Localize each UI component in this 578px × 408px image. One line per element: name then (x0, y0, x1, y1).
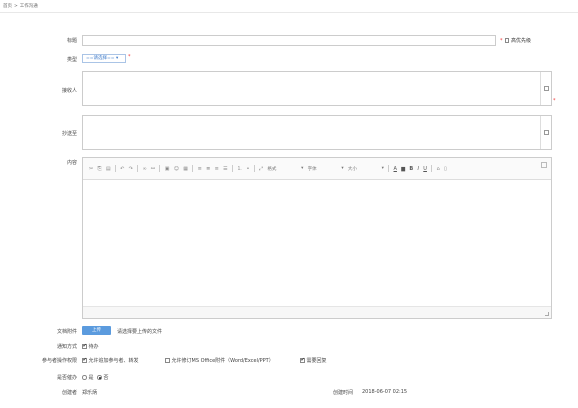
cc-box[interactable] (82, 115, 552, 150)
table-icon[interactable]: ▦ (183, 166, 188, 172)
tracking-yes-option[interactable]: 是 (82, 374, 94, 381)
perm-revise-label: 允许修订MS Office附件（Word/Excel/PPT） (171, 358, 274, 364)
notify-label: 通知方式 (56, 344, 77, 350)
type-label: 类型 (66, 57, 77, 63)
copy-icon[interactable]: ⎘ (98, 166, 102, 172)
notify-option-label: 待办 (88, 344, 99, 350)
unordered-list-icon[interactable]: • (246, 166, 249, 172)
toolbar-separator (114, 165, 116, 172)
perm-forward-label: 允许追加参与者、转发 (88, 358, 139, 364)
recipient-box[interactable] (82, 71, 552, 106)
breadcrumb: 首页 > 工作沟通 (3, 3, 40, 9)
creator-value: 郑乐炳 (82, 390, 98, 396)
urgent-checkbox[interactable] (504, 38, 509, 43)
creator-label: 创建者 (61, 390, 77, 396)
editor-toolbar: ✂ ⎘ ▤ ↶ ↷ ∞ ⚯ ▣ ☺ ▦ ≡ ≣ ≡ ☰ ⒈ • ⤢ 格式 ▾ 字体… (83, 158, 551, 180)
perm-reply-label: 需要回复 (306, 358, 327, 364)
paste-icon[interactable]: ▤ (106, 166, 111, 172)
perm-option-forward[interactable]: 允许追加参与者、转发 (82, 357, 139, 364)
image-icon[interactable]: ▣ (165, 166, 170, 172)
background-color-icon[interactable]: ▆ (401, 166, 405, 172)
size-select-label: 大小 (347, 166, 357, 172)
font-select-label: 字体 (307, 166, 317, 172)
content-label: 内容 (66, 160, 77, 166)
recipient-label: 接收人 (61, 88, 77, 94)
chevron-down-icon: ▾ (341, 165, 344, 171)
tracking-no-option[interactable]: 否 (97, 374, 109, 381)
required-marker: * (553, 98, 556, 104)
font-color-icon[interactable]: A (394, 166, 397, 172)
created-time-value: 2018-06-07 02:15 (362, 389, 408, 395)
chevron-down-icon: ▾ (301, 165, 304, 171)
tracking-no-radio[interactable] (97, 375, 102, 380)
toolbar-separator (253, 165, 255, 172)
toolbar-separator (159, 165, 161, 172)
header-divider (0, 12, 578, 13)
upload-button[interactable]: 上传 (82, 326, 111, 335)
align-justify-icon[interactable]: ☰ (223, 166, 227, 172)
title-input[interactable] (82, 35, 496, 46)
address-book-icon (543, 86, 549, 91)
redo-icon[interactable]: ↷ (129, 166, 133, 172)
align-center-icon[interactable]: ≣ (206, 166, 210, 172)
editor-statusbar (83, 306, 551, 318)
fullscreen-icon[interactable]: ⤢ (259, 166, 263, 172)
resize-handle-icon[interactable] (545, 312, 549, 316)
tracking-label: 是否催办 (56, 375, 77, 381)
italic-button[interactable]: I (418, 166, 419, 172)
source-code-icon[interactable]: ⌂ (437, 166, 440, 172)
cut-icon[interactable]: ✂ (89, 166, 93, 172)
font-select[interactable]: 字体 ▾ (308, 166, 344, 172)
address-book-icon (543, 130, 549, 135)
ordered-list-icon[interactable]: ⒈ (237, 165, 242, 172)
perm-option-revise[interactable]: 允许修订MS Office附件（Word/Excel/PPT） (165, 357, 274, 364)
notify-checkbox[interactable] (82, 344, 87, 349)
emoji-icon[interactable]: ☺ (174, 166, 179, 172)
toolbar-separator (231, 165, 233, 172)
size-select[interactable]: 大小 ▾ (348, 166, 384, 172)
unlink-icon[interactable]: ⚯ (151, 166, 155, 172)
format-select-label: 格式 (267, 166, 277, 172)
breadcrumb-home[interactable]: 首页 (3, 4, 12, 9)
bold-button[interactable]: B (409, 166, 413, 172)
urgent-checkbox-group[interactable]: * 高优先级 (500, 37, 532, 45)
preview-icon[interactable]: ▯ (444, 166, 447, 172)
toolbar-separator (137, 165, 139, 172)
perm-forward-checkbox[interactable] (82, 358, 87, 363)
perm-option-reply[interactable]: 需要回复 (300, 357, 327, 364)
perm-reply-checkbox[interactable] (300, 358, 305, 363)
upload-hint: 请选择要上传的文件 (117, 329, 163, 335)
align-left-icon[interactable]: ≡ (198, 166, 202, 172)
align-right-icon[interactable]: ≡ (215, 166, 219, 172)
link-icon[interactable]: ∞ (142, 166, 146, 172)
cc-label: 抄送至 (61, 131, 77, 137)
breadcrumb-current: 工作沟通 (19, 4, 38, 9)
attach-label: 文档附件 (56, 329, 77, 335)
title-label: 标题 (66, 38, 77, 44)
format-select[interactable]: 格式 ▾ (267, 166, 303, 172)
toolbar-expand-icon[interactable] (541, 162, 547, 168)
toolbar-separator (431, 165, 433, 172)
tracking-no-label: 否 (103, 375, 109, 381)
tracking-yes-label: 是 (88, 375, 94, 381)
type-select[interactable]: ==请选择== ▾ (82, 54, 126, 63)
underline-button[interactable]: U (423, 166, 427, 172)
undo-icon[interactable]: ↶ (120, 166, 124, 172)
recipient-picker-button[interactable] (540, 72, 551, 105)
chevron-down-icon: ▾ (381, 165, 384, 171)
breadcrumb-separator: > (14, 4, 18, 9)
urgent-label: 高优先级 (511, 38, 532, 44)
rich-text-editor[interactable]: ✂ ⎘ ▤ ↶ ↷ ∞ ⚯ ▣ ☺ ▦ ≡ ≣ ≡ ☰ ⒈ • ⤢ 格式 ▾ 字体… (82, 157, 552, 319)
required-marker: * (500, 37, 503, 44)
perm-revise-checkbox[interactable] (165, 358, 170, 363)
toolbar-separator (192, 165, 194, 172)
created-time-label: 创建时间 (333, 390, 354, 396)
cc-picker-button[interactable] (540, 116, 551, 149)
toolbar-separator (388, 165, 390, 172)
notify-option[interactable]: 待办 (82, 343, 99, 350)
permission-label: 参与者操作权限 (41, 358, 77, 364)
tracking-yes-radio[interactable] (82, 375, 87, 380)
required-marker: * (128, 54, 131, 60)
